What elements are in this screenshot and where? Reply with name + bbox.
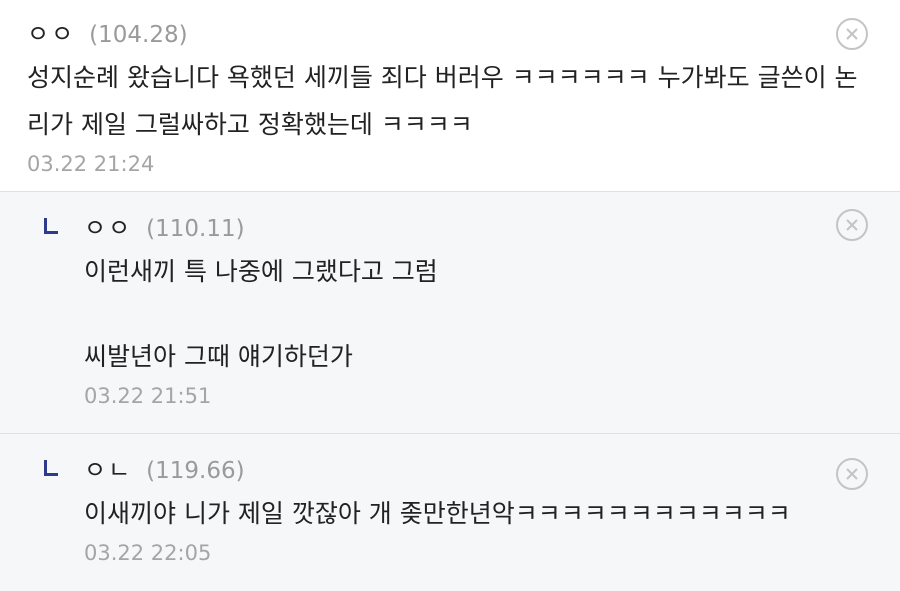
comment-header: ㅇㅇ (110.11) xyxy=(44,208,900,242)
comment: ㅇㅇ (104.28) 성지순례 왔습니다 욕했던 세끼들 죄다 버러우 ㅋㅋㅋ… xyxy=(0,0,900,191)
close-icon xyxy=(846,28,858,40)
delete-comment-button[interactable] xyxy=(836,209,868,241)
comment-nickname[interactable]: ㅇㄴ xyxy=(84,450,132,485)
comment-text-line: 씨발년아 그때 얘기하던가 xyxy=(84,342,353,371)
comment-nickname[interactable]: ㅇㅇ xyxy=(27,14,75,49)
comment-text-line: 이런새끼 특 나중에 그랬다고 그럼 xyxy=(84,257,438,286)
close-icon xyxy=(846,468,858,480)
delete-comment-button[interactable] xyxy=(836,18,868,50)
comment-ip: (104.28) xyxy=(89,22,188,48)
comment-timestamp: 03.22 22:05 xyxy=(84,541,212,565)
comment-timestamp: 03.22 21:24 xyxy=(27,152,155,176)
comment-timestamp: 03.22 21:51 xyxy=(84,384,212,408)
comment-text: 이새끼야 니가 제일 깟잖아 개 좆만한년악ㅋㅋㅋㅋㅋㅋㅋㅋㅋㅋㅋㅋ xyxy=(84,499,791,528)
reply-arrow-icon xyxy=(44,218,58,234)
reply-arrow-icon xyxy=(44,460,58,476)
comment-ip: (110.11) xyxy=(146,216,245,242)
close-icon xyxy=(846,219,858,231)
reply-comment: ㅇㅇ (110.11) 이런새끼 특 나중에 그랬다고 그럼 씨발년아 그때 얘… xyxy=(0,191,900,433)
comment-ip: (119.66) xyxy=(146,458,245,484)
reply-comment: ㅇㄴ (119.66) 이새끼야 니가 제일 깟잖아 개 좆만한년악ㅋㅋㅋㅋㅋㅋ… xyxy=(0,433,900,591)
comment-header: ㅇㅇ (104.28) xyxy=(27,14,900,48)
delete-comment-button[interactable] xyxy=(836,458,868,490)
comment-nickname[interactable]: ㅇㅇ xyxy=(84,208,132,243)
comment-header: ㅇㄴ (119.66) xyxy=(44,450,900,484)
comment-text: 성지순례 왔습니다 욕했던 세끼들 죄다 버러우 ㅋㅋㅋㅋㅋㅋ 누가봐도 글쓴이… xyxy=(27,63,858,139)
